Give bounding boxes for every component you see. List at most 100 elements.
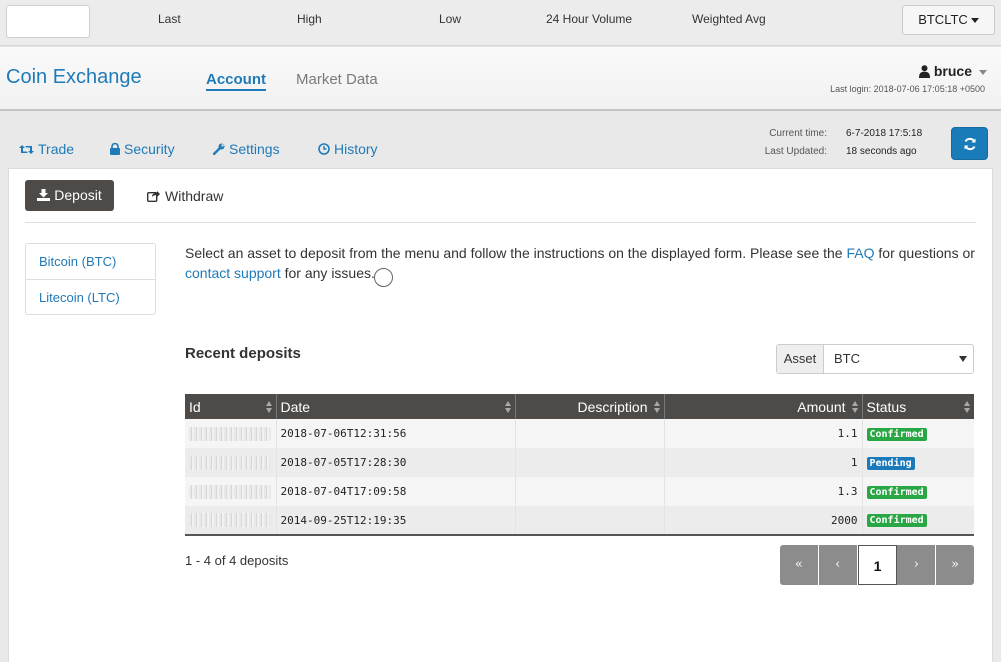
deposit-amount-cell: 1.1 (664, 419, 863, 448)
deposit-id-cell (185, 506, 277, 536)
asset-filter-select[interactable]: Asset BTC (776, 344, 974, 374)
subnav-history-label: History (334, 141, 378, 157)
faq-link[interactable]: FAQ (847, 245, 875, 261)
current-time-label: Current time: (769, 128, 827, 139)
nav-tab-account[interactable]: Account (206, 71, 266, 91)
subnav-settings-label: Settings (229, 141, 280, 157)
column-header-id-label: Id (189, 398, 201, 415)
deposit-description-cell (515, 477, 665, 506)
redacted-id (189, 484, 271, 499)
deposit-tab[interactable]: Deposit (25, 180, 114, 211)
retweet-icon (19, 145, 34, 154)
deposit-panel: Deposit Withdraw Bitcoin (BTC) Litecoin … (8, 168, 993, 662)
recent-deposits-title: Recent deposits (185, 345, 301, 362)
subnav-security[interactable]: Security (110, 141, 175, 157)
column-header-description[interactable]: Description (515, 394, 665, 419)
deposit-status-cell: Confirmed (862, 477, 974, 506)
column-header-date[interactable]: Date (276, 394, 516, 419)
deposit-date-cell: 2018-07-04T17:09:58 (276, 477, 516, 506)
lock-icon (110, 142, 120, 155)
deposit-amount-cell: 1 (664, 448, 863, 477)
ticker-logo-slot[interactable] (6, 5, 90, 38)
current-time-value: 6-7-2018 17:5:18 (846, 128, 923, 139)
column-header-amount[interactable]: Amount (664, 394, 863, 419)
deposit-instructions: Select an asset to deposit from the menu… (185, 243, 975, 283)
table-row: 2018-07-06T12:31:56 1.1 Confirmed (185, 419, 974, 448)
mouse-cursor (374, 268, 393, 287)
deposit-id-cell (185, 448, 277, 477)
subnav-settings[interactable]: Settings (212, 141, 280, 157)
contact-support-link[interactable]: contact support (185, 265, 281, 281)
deposit-description-cell (515, 419, 665, 448)
deposit-date-cell: 2014-09-25T12:19:35 (276, 506, 516, 536)
deposit-status-cell: Confirmed (862, 506, 974, 536)
caret-down-icon (979, 69, 987, 75)
status-badge: Confirmed (866, 514, 927, 527)
last-login-text: Last login: 2018-07-06 17:05:18 +0500 (830, 84, 985, 94)
ticker-low-label: Low (439, 12, 462, 26)
status-badge: Confirmed (866, 427, 927, 441)
deposit-date-cell: 2018-07-05T17:28:30 (276, 448, 516, 477)
caret-down-icon (970, 18, 979, 24)
withdraw-tab[interactable]: Withdraw (146, 188, 224, 204)
refresh-icon (964, 137, 976, 151)
asset-menu-item-btc[interactable]: Bitcoin (BTC) (26, 244, 155, 279)
pagination: « ‹ 1 › » (780, 545, 974, 585)
status-badge: Confirmed (866, 485, 927, 499)
asset-menu-item-ltc[interactable]: Litecoin (LTC) (26, 279, 155, 314)
intro-text-end: for any issues. (280, 265, 375, 281)
table-header-row: Id Date Description Amount Status (185, 394, 974, 419)
pagination-last-button[interactable]: » (936, 545, 974, 585)
table-row: 2018-07-05T17:28:30 1 Pending (185, 448, 974, 477)
column-header-amount-label: Amount (797, 398, 846, 415)
main-navbar: Coin Exchange Account Market Data bruce … (0, 47, 1001, 110)
ticker-weighted-avg-label: Weighted Avg (692, 12, 766, 26)
wrench-icon (212, 143, 225, 156)
brand-logo[interactable]: Coin Exchange (6, 66, 142, 89)
deposit-amount-cell: 1.3 (664, 477, 863, 506)
deposits-table: Id Date Description Amount Status 2018-0… (185, 394, 974, 536)
withdraw-tab-label: Withdraw (165, 188, 224, 204)
last-updated-value: 18 seconds ago (846, 146, 917, 157)
column-header-date-label: Date (280, 398, 311, 415)
subnav-history[interactable]: History (318, 141, 378, 157)
share-icon (146, 191, 160, 203)
asset-filter-value: BTC (834, 351, 860, 366)
market-selector-label: BTCLTC (918, 12, 968, 27)
pagination-next-button[interactable]: › (897, 545, 937, 585)
pagination-page-1[interactable]: 1 (857, 545, 898, 585)
caret-down-icon (959, 356, 967, 362)
subnav-security-label: Security (124, 141, 175, 157)
table-row: 2014-09-25T12:19:35 2000 Confirmed (185, 506, 974, 536)
deposit-description-cell (515, 506, 665, 536)
ticker-high-label: High (297, 12, 322, 26)
user-menu[interactable]: bruce (918, 63, 987, 81)
redacted-id (189, 513, 271, 527)
deposit-description-cell (515, 448, 665, 477)
asset-filter-label: Asset (777, 345, 824, 373)
redacted-id (189, 455, 271, 470)
pagination-first-button[interactable]: « (780, 545, 819, 585)
download-icon (37, 189, 51, 201)
column-header-description-label: Description (577, 398, 648, 415)
refresh-button[interactable] (951, 127, 988, 160)
deposits-count: 1 - 4 of 4 deposits (185, 553, 289, 568)
ticker-last-label: Last (158, 12, 181, 26)
deposit-id-cell (185, 477, 277, 506)
pagination-prev-button[interactable]: ‹ (818, 545, 858, 585)
subnav-trade[interactable]: Trade (19, 141, 74, 157)
subnav-trade-label: Trade (38, 141, 75, 157)
intro-text-start: Select an asset to deposit from the menu… (185, 245, 847, 261)
nav-tab-market-data[interactable]: Market Data (296, 71, 378, 88)
asset-menu: Bitcoin (BTC) Litecoin (LTC) (25, 243, 156, 315)
status-badge: Pending (866, 456, 915, 470)
table-row: 2018-07-04T17:09:58 1.3 Confirmed (185, 477, 974, 506)
clock-icon (318, 143, 330, 155)
redacted-id (189, 426, 271, 441)
deposit-amount-cell: 2000 (664, 506, 863, 536)
market-selector-button[interactable]: BTCLTC (902, 5, 995, 35)
tab-divider (25, 222, 976, 223)
ticker-volume-label: 24 Hour Volume (546, 12, 633, 26)
column-header-status[interactable]: Status (862, 394, 974, 419)
column-header-id[interactable]: Id (185, 394, 277, 419)
